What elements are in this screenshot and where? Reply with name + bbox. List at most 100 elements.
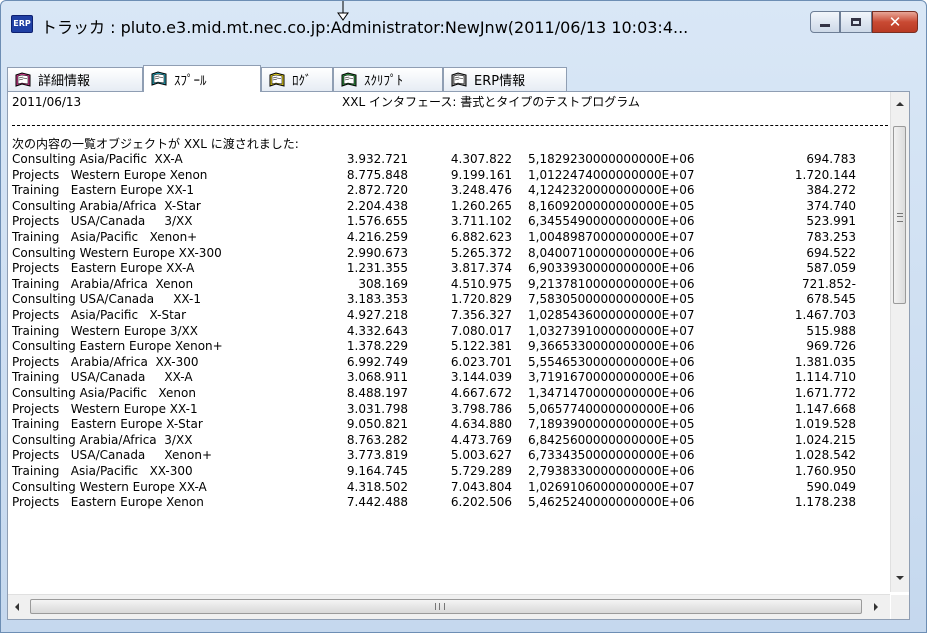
separator-line	[12, 125, 888, 126]
table-cell: 3.932.721	[346, 152, 408, 166]
table-cell: 3.068.911	[346, 370, 408, 385]
maximize-icon	[841, 12, 871, 32]
spool-panel: 2011/06/13 XXL インタフェース: 書式とタイプのテストプログラム …	[7, 91, 910, 620]
table-cell: Projects Western Europe XX-1	[12, 401, 198, 416]
table-cell: Training Asia/Pacific Xenon+	[12, 230, 198, 244]
table-cell: 5.265.372	[450, 245, 512, 260]
tracker-window: ERP トラッカ : pluto.e3.mid.mt.nec.co.jp:Adm…	[0, 0, 927, 633]
table-cell: Projects USA/Canada Xenon+	[12, 448, 213, 463]
tab-details[interactable]: 詳細情報	[7, 67, 143, 91]
table-cell: 9.199.161	[450, 167, 512, 182]
table-cell: 5,4625240000000000E+06	[528, 495, 695, 510]
table-row: Projects USA/Canada Xenon+ 3.773.819 5.003…	[8, 448, 890, 463]
tab-erp-info-label: ERP情報	[474, 74, 526, 89]
table-cell: 5.003.627	[450, 448, 512, 463]
tab-script[interactable]: ｽｸﾘﾌﾟﾄ	[333, 67, 443, 91]
size-grip-icon[interactable]	[891, 595, 909, 619]
table-cell: 4.510.975	[450, 276, 512, 291]
vertical-scroll-thumb[interactable]	[893, 126, 906, 304]
table-row: Consulting Arabia/Africa 3/XX 8.763.282 4.…	[8, 433, 890, 448]
grip-icon	[435, 603, 445, 610]
tab-spool[interactable]: ｽﾌﾟｰﾙ	[143, 65, 261, 92]
table-cell: 1,3471470000000000E+06	[528, 386, 695, 400]
title-bar[interactable]: ERP トラッカ : pluto.e3.mid.mt.nec.co.jp:Adm…	[7, 9, 918, 39]
book-icon	[451, 71, 467, 87]
table-cell: Consulting Arabia/Africa 3/XX	[12, 432, 193, 447]
table-cell: Projects Eastern Europe XX-A	[12, 261, 195, 276]
table-cell: 1.467.703	[794, 308, 856, 322]
scroll-left-icon[interactable]	[15, 603, 19, 611]
tab-log[interactable]: ﾛｸﾞ	[261, 67, 333, 91]
horizontal-scrollbar[interactable]	[8, 594, 890, 619]
table-cell: 9.164.745	[346, 464, 408, 478]
close-icon: ✕	[888, 13, 902, 31]
table-cell: 308.169	[358, 276, 408, 291]
close-button[interactable]: ✕	[872, 11, 918, 33]
table-row: Training Western Europe 3/XX 4.332.643 7.0…	[8, 324, 890, 339]
table-cell: Projects Eastern Europe Xenon	[12, 495, 204, 510]
spool-text[interactable]: 2011/06/13 XXL インタフェース: 書式とタイプのテストプログラム …	[8, 92, 890, 592]
table-cell: 2.872.720	[346, 183, 408, 198]
table-cell: 3.711.102	[450, 214, 512, 229]
table-row: Consulting Asia/Pacific XX-A 3.932.721 4.3…	[8, 152, 890, 167]
table-cell: 4.667.672	[450, 386, 512, 400]
tab-erp-info[interactable]: ERP情報	[443, 67, 567, 91]
table-cell: 3.817.374	[450, 261, 512, 276]
table-cell: 590.049	[806, 479, 856, 494]
table-row: Consulting Asia/Pacific Xenon 8.488.197 4.…	[8, 386, 890, 401]
scroll-down-icon[interactable]	[896, 576, 904, 580]
table-cell: 1,0327391000000000E+07	[528, 323, 695, 338]
scroll-up-icon[interactable]	[896, 102, 904, 106]
table-row: Training Eastern Europe XX-1 2.872.720 3.2…	[8, 183, 890, 198]
minimize-button[interactable]	[810, 11, 840, 33]
table-cell: 694.783	[806, 152, 856, 166]
table-cell: 8.488.197	[346, 386, 408, 400]
table-row: Training Asia/Pacific Xenon+ 4.216.259 6.8…	[8, 230, 890, 245]
table-cell: 3.183.353	[346, 292, 408, 307]
table-cell: Projects Western Europe Xenon	[12, 167, 208, 182]
table-cell: 1.576.655	[346, 214, 408, 229]
table-cell: 8,1609200000000000E+05	[528, 198, 695, 213]
table-cell: 9,2137810000000000E+06	[528, 276, 695, 291]
table-cell: 1.760.950	[794, 464, 856, 478]
table-cell: 6.023.701	[450, 354, 512, 369]
table-cell: Training Eastern Europe XX-1	[12, 183, 195, 198]
table-cell: Projects USA/Canada 3/XX	[12, 214, 193, 229]
table-cell: 4.332.643	[346, 323, 408, 338]
window-title: トラッカ : pluto.e3.mid.mt.nec.co.jp:Adminis…	[41, 18, 689, 37]
erp-app-icon[interactable]: ERP	[11, 15, 33, 33]
table-cell: 7.356.327	[450, 308, 512, 322]
horizontal-scroll-thumb[interactable]	[30, 599, 862, 614]
table-cell: 1.028.542	[794, 448, 856, 463]
book-icon	[151, 71, 167, 86]
table-row: Consulting Western Europe XX-300 2.990.67…	[8, 246, 890, 261]
table-cell: 5,5546530000000000E+06	[528, 354, 695, 369]
table-cell: 6.992.749	[346, 354, 408, 369]
table-cell: 3.773.819	[346, 448, 408, 463]
table-cell: 3.248.476	[450, 183, 512, 198]
table-cell: 587.059	[806, 261, 856, 276]
scroll-right-icon[interactable]	[874, 603, 878, 611]
table-cell: 8.775.848	[346, 167, 408, 182]
maximize-button[interactable]	[840, 11, 872, 33]
table-cell: 6.202.506	[450, 495, 512, 510]
table-cell: 8,0400710000000000E+06	[528, 245, 695, 260]
table-row: Projects Western Europe XX-1 3.031.798 3.7…	[8, 402, 890, 417]
table-row: Training Asia/Pacific XX-300 9.164.745 5.7…	[8, 464, 890, 479]
table-cell: 1.178.238	[794, 495, 856, 510]
table-cell: 4.473.769	[450, 432, 512, 447]
table-row: Projects Asia/Pacific X-Star 4.927.218 7.3…	[8, 308, 890, 323]
table-cell: Training Asia/Pacific XX-300	[12, 464, 193, 478]
table-row: Projects Eastern Europe XX-A 1.231.355 3.8…	[8, 261, 890, 276]
table-cell: 1.019.528	[794, 417, 856, 432]
table-cell: 6,7334350000000000E+06	[528, 448, 695, 463]
table-cell: Consulting Western Europe XX-A	[12, 479, 207, 494]
table-cell: 1.260.265	[450, 198, 512, 213]
vertical-scrollbar[interactable]	[890, 92, 909, 592]
table-cell: 384.272	[806, 183, 856, 198]
table-cell: 1.671.772	[794, 386, 856, 400]
table-row: Projects USA/Canada 3/XX 1.576.655 3.711.1…	[8, 214, 890, 229]
table-cell: 4.318.502	[346, 479, 408, 494]
table-cell: 3.031.798	[346, 401, 408, 416]
table-cell: Consulting Asia/Pacific Xenon	[12, 386, 196, 400]
